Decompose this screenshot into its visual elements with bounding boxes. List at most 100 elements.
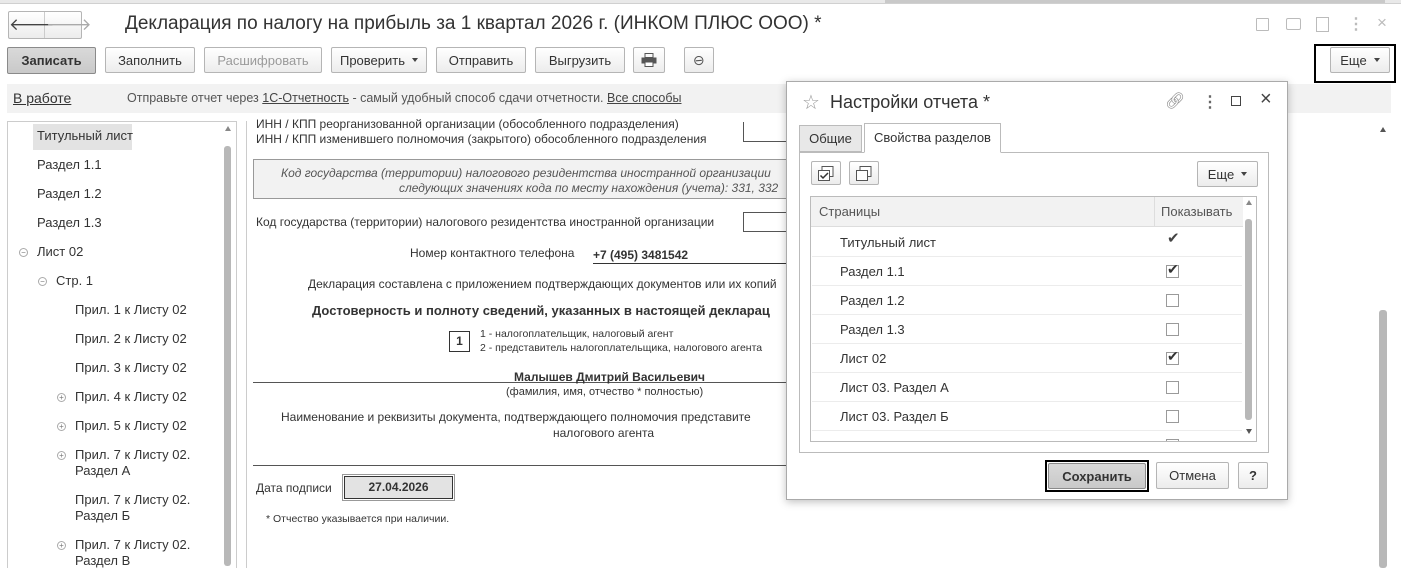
dialog-cancel-button[interactable]: Отмена bbox=[1156, 462, 1229, 489]
date-input[interactable]: 27.04.2026 bbox=[342, 474, 455, 501]
save-disk-icon[interactable] bbox=[1256, 18, 1269, 31]
forward-arrow-icon[interactable]: 🡒 bbox=[46, 12, 92, 38]
col-show-header[interactable]: Показывать bbox=[1161, 204, 1232, 219]
phone-value[interactable]: +7 (495) 3481542 bbox=[593, 248, 787, 264]
tree-item-app-2[interactable]: Прил. 2 к Листу 02 bbox=[75, 331, 187, 347]
maximize-icon[interactable] bbox=[1231, 96, 1241, 106]
country-code-label: Код государства (территории) налогового … bbox=[256, 215, 715, 229]
print-icon[interactable] bbox=[1286, 18, 1301, 30]
grid-row[interactable]: Лист 03. Раздел А bbox=[812, 373, 1242, 402]
save-button[interactable]: Записать bbox=[7, 47, 96, 74]
send-button[interactable]: Отправить bbox=[436, 47, 526, 73]
paperclip-icon: ⊘ bbox=[689, 49, 709, 70]
tree-item-app-7v[interactable]: Прил. 7 к Листу 02. Раздел В bbox=[75, 537, 190, 569]
tree-item-app-7v-line1: Прил. 7 к Листу 02. bbox=[75, 537, 191, 552]
col-pages-header[interactable]: Страницы bbox=[819, 204, 880, 219]
phone-label: Номер контактного телефона bbox=[410, 246, 575, 260]
grid-row-name: Лист 02 bbox=[840, 351, 887, 366]
tree-item-section-1-3[interactable]: Раздел 1.3 bbox=[37, 215, 102, 231]
grid-row[interactable]: Раздел 1.1 ✔ bbox=[812, 257, 1242, 286]
tree-scroll-thumb[interactable] bbox=[224, 146, 231, 566]
print-button[interactable] bbox=[633, 47, 665, 73]
scroll-up-icon[interactable] bbox=[225, 126, 231, 131]
uncheck-all-button[interactable] bbox=[849, 161, 879, 185]
nav-group: 🡐 🡒 bbox=[8, 11, 92, 39]
uncheck-all-icon bbox=[856, 165, 872, 181]
tree-item-page-1[interactable]: Стр. 1 bbox=[56, 273, 93, 289]
grid-row[interactable]: Лист 04 bbox=[812, 431, 1242, 441]
grid-scroll-thumb[interactable] bbox=[1245, 219, 1252, 420]
more-vert-icon[interactable]: ⋮ bbox=[1348, 14, 1364, 34]
show-checkbox[interactable] bbox=[1166, 381, 1179, 394]
check-all-icon bbox=[818, 165, 834, 181]
dialog-help-button[interactable]: ? bbox=[1238, 462, 1268, 489]
scroll-down-icon[interactable] bbox=[1246, 429, 1252, 434]
grid-row[interactable]: Раздел 1.2 bbox=[812, 286, 1242, 315]
grid-row[interactable]: Раздел 1.3 bbox=[812, 315, 1242, 344]
expand-icon[interactable]: + bbox=[57, 393, 66, 402]
star-icon[interactable]: ☆ bbox=[802, 90, 820, 115]
grid-row[interactable]: Титульный лист ✔ bbox=[812, 228, 1242, 257]
grid-row[interactable]: Лист 03. Раздел Б bbox=[812, 402, 1242, 431]
inn-input[interactable] bbox=[743, 122, 787, 142]
info-text-after: - самый удобный способ сдачи отчетности. bbox=[352, 91, 604, 105]
all-ways-link[interactable]: Все способы bbox=[607, 91, 681, 105]
form-scroll-thumb[interactable] bbox=[1379, 310, 1387, 568]
tree-item-section-1-1[interactable]: Раздел 1.1 bbox=[37, 157, 102, 173]
tab-sections[interactable]: Свойства разделов bbox=[864, 123, 1001, 153]
grid-row-name: Лист 03. Раздел Б bbox=[840, 409, 949, 424]
close-window-icon[interactable]: × bbox=[1377, 13, 1387, 33]
form-scrollbar[interactable] bbox=[1379, 125, 1388, 568]
tab-general[interactable]: Общие bbox=[799, 125, 862, 152]
status-link[interactable]: В работе bbox=[13, 90, 71, 106]
tree-item-app-1[interactable]: Прил. 1 к Листу 02 bbox=[75, 302, 187, 318]
export-button[interactable]: Выгрузить bbox=[535, 47, 625, 73]
tree-item-app-5[interactable]: Прил. 5 к Листу 02 bbox=[75, 418, 187, 434]
tree-item-title-page[interactable]: Титульный лист bbox=[37, 128, 133, 144]
tree-item-app-3[interactable]: Прил. 3 к Листу 02 bbox=[75, 360, 187, 376]
preview-icon[interactable] bbox=[1316, 17, 1329, 32]
collapse-icon[interactable]: − bbox=[19, 248, 28, 257]
grid-row-name: Раздел 1.3 bbox=[840, 322, 905, 337]
signer-code-box[interactable]: 1 bbox=[449, 331, 470, 352]
fill-button[interactable]: Заполнить bbox=[105, 47, 195, 73]
1c-reporting-link[interactable]: 1С-Отчетность bbox=[262, 91, 349, 105]
grid-row[interactable]: Лист 02 ✔ bbox=[812, 344, 1242, 373]
scroll-up-icon[interactable] bbox=[1246, 200, 1252, 205]
show-checkbox[interactable]: ✔ bbox=[1166, 348, 1179, 365]
tree-item-list-02[interactable]: Лист 02 bbox=[37, 244, 83, 260]
scroll-up-icon[interactable] bbox=[1380, 127, 1386, 132]
tree-scrollbar[interactable] bbox=[224, 126, 232, 568]
check-button[interactable]: Проверить bbox=[331, 47, 427, 73]
tree-item-section-1-2[interactable]: Раздел 1.2 bbox=[37, 186, 102, 202]
show-checkbox[interactable] bbox=[1166, 439, 1179, 441]
collapse-icon[interactable]: − bbox=[38, 277, 47, 286]
more-button[interactable]: Еще bbox=[1330, 47, 1390, 73]
show-checkbox[interactable] bbox=[1166, 410, 1179, 423]
doc-name-1: Наименование и реквизиты документа, подт… bbox=[281, 410, 751, 424]
link-icon[interactable]: 🔗︎ bbox=[1165, 91, 1185, 111]
decode-button[interactable]: Расшифровать bbox=[204, 47, 322, 73]
grid-scrollbar[interactable] bbox=[1245, 200, 1254, 438]
checkmark-icon: ✔ bbox=[1167, 261, 1179, 277]
tree-item-app-7a[interactable]: Прил. 7 к Листу 02. Раздел А bbox=[75, 447, 190, 479]
show-checkbox[interactable]: ✔ bbox=[1166, 261, 1179, 278]
country-code-input[interactable] bbox=[743, 212, 787, 232]
expand-icon[interactable]: + bbox=[57, 451, 66, 460]
expand-icon[interactable]: + bbox=[57, 422, 66, 431]
divider bbox=[253, 465, 787, 466]
more-vert-icon[interactable]: ⋮ bbox=[1202, 92, 1218, 112]
tree-item-app-4[interactable]: Прил. 4 к Листу 02 bbox=[75, 389, 187, 405]
dialog-more-button[interactable]: Еще bbox=[1197, 161, 1258, 187]
check-all-button[interactable] bbox=[811, 161, 841, 185]
show-checkbox[interactable] bbox=[1166, 294, 1179, 307]
dialog-title: Настройки отчета * bbox=[830, 92, 990, 112]
back-arrow-icon[interactable]: 🡐 bbox=[9, 12, 55, 38]
attach-button[interactable]: ⊘ bbox=[684, 47, 714, 73]
show-checkbox[interactable] bbox=[1166, 323, 1179, 336]
expand-icon[interactable]: + bbox=[57, 541, 66, 550]
tree-item-app-7b[interactable]: Прил. 7 к Листу 02. Раздел Б bbox=[75, 492, 190, 524]
signer-name[interactable]: Малышев Дмитрий Васильевич bbox=[514, 370, 705, 384]
close-icon[interactable]: × bbox=[1260, 88, 1272, 111]
dialog-save-button[interactable]: Сохранить bbox=[1048, 463, 1146, 489]
